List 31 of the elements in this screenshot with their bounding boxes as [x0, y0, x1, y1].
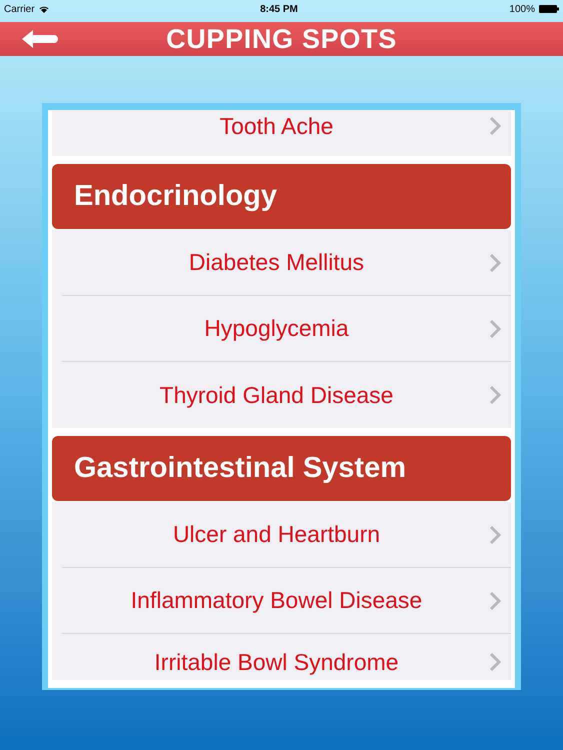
row-label: Hypoglycemia [204, 314, 350, 344]
row-label: Diabetes Mellitus [188, 248, 366, 278]
screen-title: CUPPING SPOTS [166, 22, 397, 56]
chevron-icon [489, 318, 501, 338]
chevron-icon [489, 652, 501, 672]
row-label: Inflammatory Bowel Disease [130, 586, 424, 616]
chevron-icon [489, 116, 501, 136]
row-label: Irritable Bowl Syndrome [154, 648, 400, 677]
status-time: 8:45 PM [260, 2, 298, 16]
row-label: Ulcer and Heartburn [172, 520, 382, 550]
list-row[interactable]: Inflammatory Bowel Disease [62, 568, 511, 634]
carrier-label: Carrier [4, 2, 35, 16]
back-button[interactable] [22, 30, 58, 48]
wifi-icon [38, 5, 49, 13]
list-row[interactable]: Tooth Ache [62, 110, 511, 156]
chevron-icon [489, 590, 501, 610]
row-label: Tooth Ache [220, 112, 334, 141]
section-header: Gastrointestinal System [52, 436, 511, 501]
chevron-icon [489, 252, 501, 272]
section-header: Endocrinology [52, 164, 511, 229]
battery-label: 100% [509, 2, 535, 16]
battery-icon [539, 5, 559, 13]
list-row[interactable]: Diabetes Mellitus [62, 230, 511, 296]
chevron-icon [489, 524, 501, 544]
list-row[interactable]: Hypoglycemia [62, 296, 511, 362]
chevron-icon [489, 385, 501, 405]
row-label: Thyroid Gland Disease [160, 380, 394, 410]
list-row[interactable]: Irritable Bowl Syndrome [62, 634, 511, 678]
list-row[interactable]: Ulcer and Heartburn [62, 502, 511, 568]
back-arrow-icon [22, 30, 58, 48]
list-row[interactable]: Thyroid Gland Disease [62, 362, 511, 428]
